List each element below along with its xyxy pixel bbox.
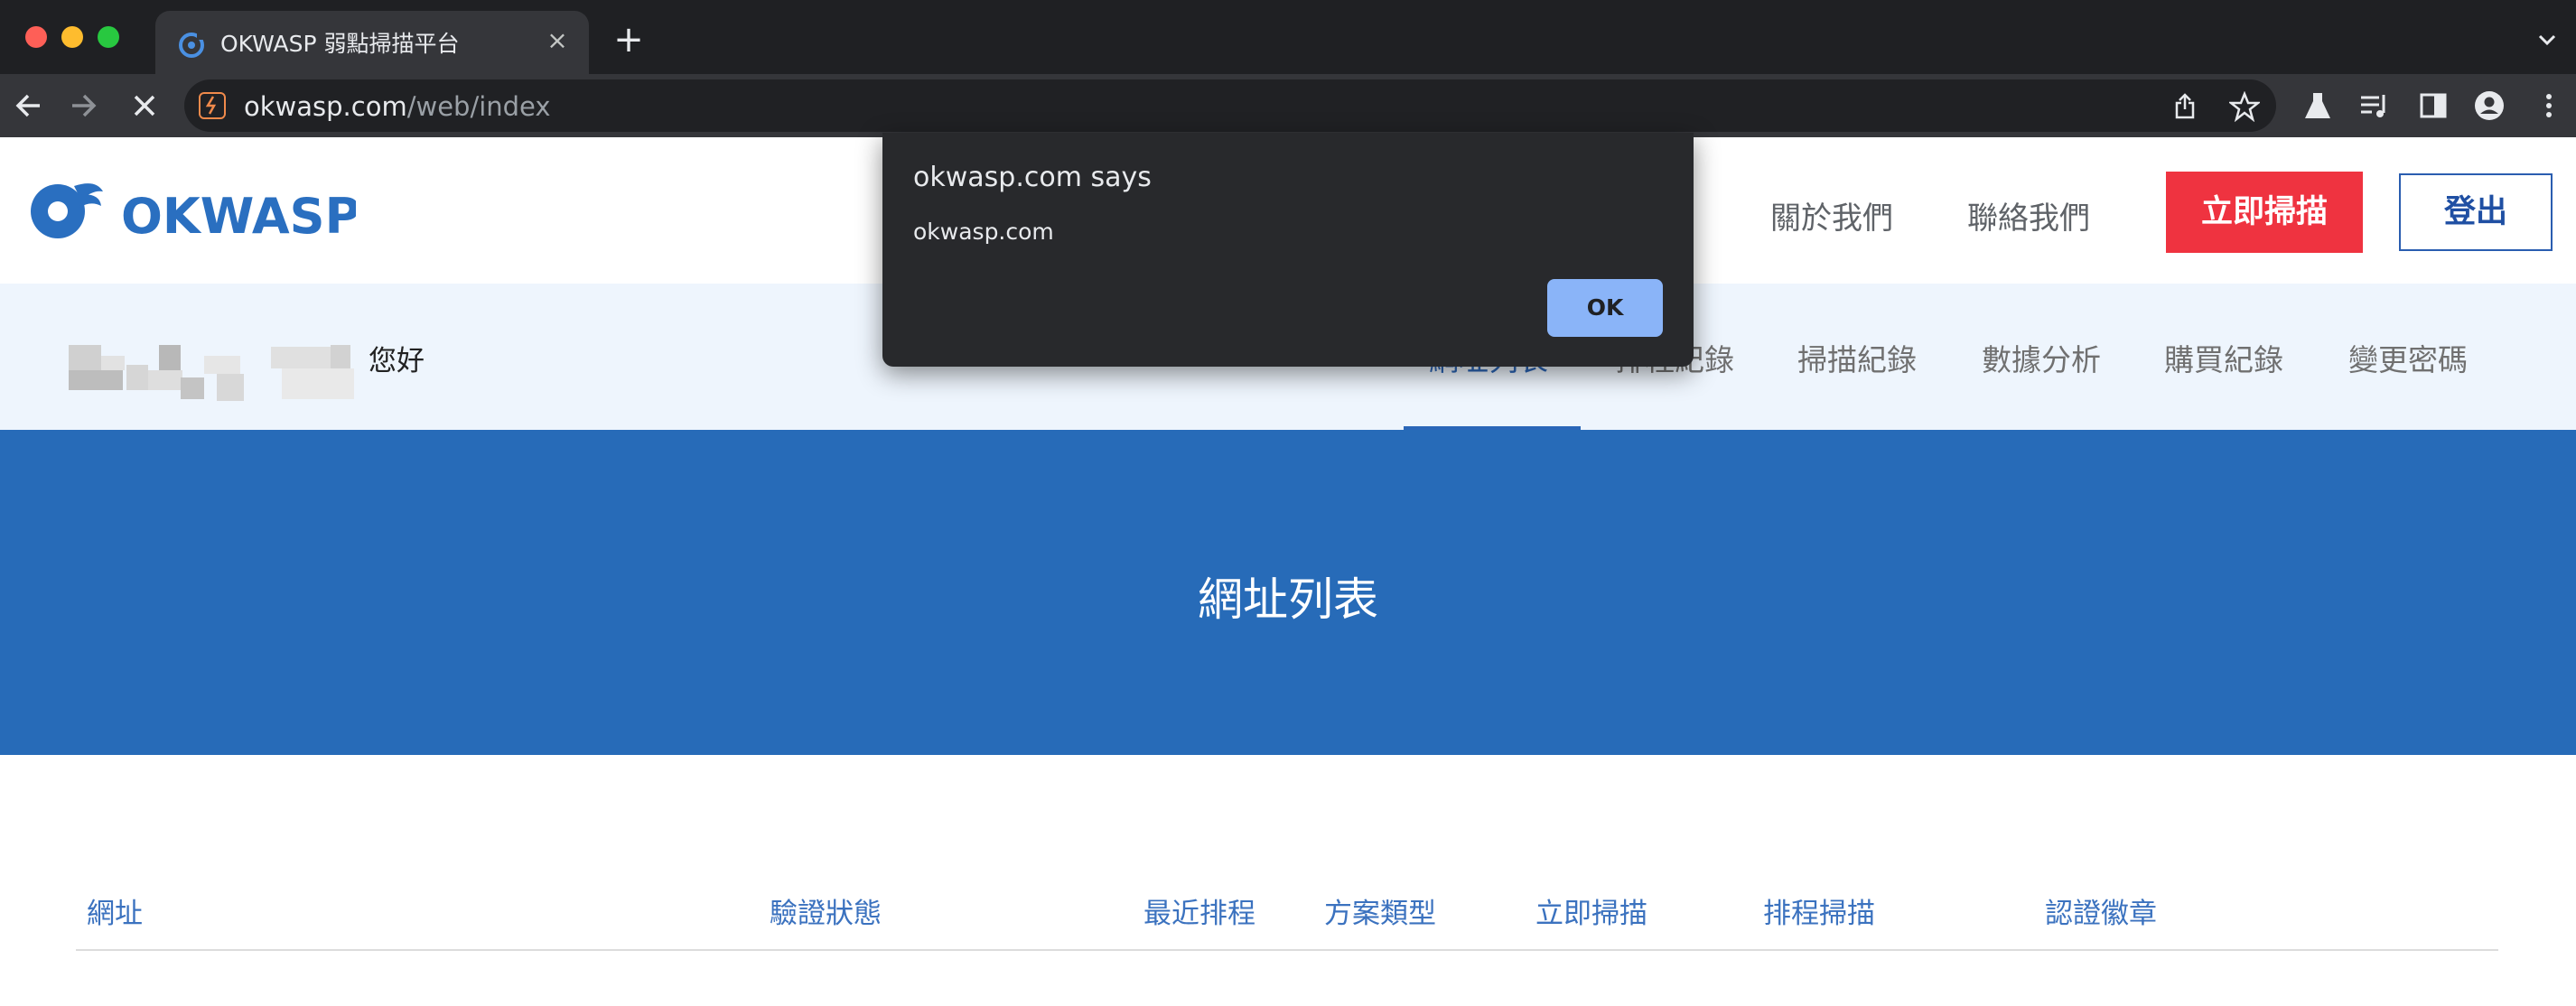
window-zoom-button[interactable] xyxy=(98,26,119,48)
share-icon[interactable] xyxy=(2170,91,2200,122)
nav-about-link[interactable]: 關於我們 xyxy=(1770,193,1893,238)
alert-ok-button[interactable]: OK xyxy=(1547,279,1663,337)
labs-flask-icon[interactable] xyxy=(2301,89,2334,122)
logout-button[interactable]: 登出 xyxy=(2399,173,2553,251)
column-header-scheduled-scan: 排程掃描 xyxy=(1763,898,1875,930)
window-minimize-button[interactable] xyxy=(61,26,83,48)
side-panel-icon[interactable] xyxy=(2417,89,2450,122)
browser-tabstrip: OKWASP 弱點掃描平台 × + xyxy=(0,0,2576,74)
hero-banner: 網址列表 xyxy=(0,430,2576,755)
table-divider xyxy=(76,949,2498,951)
scan-now-button[interactable]: 立即掃描 xyxy=(2166,172,2363,253)
tab-scan-log[interactable]: 掃描紀錄 xyxy=(1797,336,1917,379)
page-title: 網址列表 xyxy=(1198,573,1378,626)
alert-dialog: okwasp.com says okwasp.com OK xyxy=(882,133,1694,367)
alert-dialog-message: okwasp.com xyxy=(913,219,1054,245)
forward-arrow-icon[interactable] xyxy=(65,88,101,124)
tab-search-chevron-icon[interactable] xyxy=(2533,25,2562,54)
new-tab-button[interactable]: + xyxy=(611,22,647,58)
logo-text: OKWASP xyxy=(121,188,356,245)
profile-avatar-icon[interactable] xyxy=(2473,89,2506,122)
address-bar[interactable]: okwasp.com/web/index xyxy=(184,79,2276,132)
greeting-text: 您好 xyxy=(369,345,425,377)
tab-close-icon[interactable]: × xyxy=(544,27,571,54)
column-header-plan-type: 方案類型 xyxy=(1324,898,1436,930)
browser-toolbar: okwasp.com/web/index xyxy=(0,74,2576,137)
tab-change-password[interactable]: 變更密碼 xyxy=(2348,336,2468,379)
url-text[interactable]: okwasp.com/web/index xyxy=(244,91,551,122)
column-header-verification-status: 驗證狀態 xyxy=(770,898,882,930)
column-header-url: 網址 xyxy=(87,898,143,930)
okwasp-logo[interactable]: OKWASP xyxy=(22,173,356,246)
nav-contact-link[interactable]: 聯絡我們 xyxy=(1967,193,2090,238)
column-header-certification-badge: 認證徽章 xyxy=(2045,898,2157,930)
browser-tab-active[interactable]: OKWASP 弱點掃描平台 × xyxy=(155,11,589,74)
more-menu-icon[interactable] xyxy=(2533,89,2565,122)
site-info-icon[interactable] xyxy=(199,92,226,119)
column-header-latest-schedule: 最近排程 xyxy=(1143,898,1255,930)
alert-dialog-title: okwasp.com says xyxy=(913,162,1152,193)
stop-loading-icon[interactable] xyxy=(126,88,163,124)
reading-list-icon[interactable] xyxy=(2357,89,2390,122)
tab-purchase-log[interactable]: 購買紀錄 xyxy=(2164,336,2283,379)
column-header-scan-now: 立即掃描 xyxy=(1535,898,1647,930)
window-close-button[interactable] xyxy=(25,26,47,48)
url-table-header: 網址 驗證狀態 最近排程 方案類型 立即掃描 排程掃描 認證徽章 xyxy=(0,755,2576,1006)
site-favicon-icon xyxy=(179,33,204,58)
back-arrow-icon[interactable] xyxy=(11,88,47,124)
tab-data-analysis[interactable]: 數據分析 xyxy=(1982,336,2101,379)
tab-title: OKWASP 弱點掃描平台 xyxy=(220,31,460,57)
bookmark-star-icon[interactable] xyxy=(2229,91,2260,122)
